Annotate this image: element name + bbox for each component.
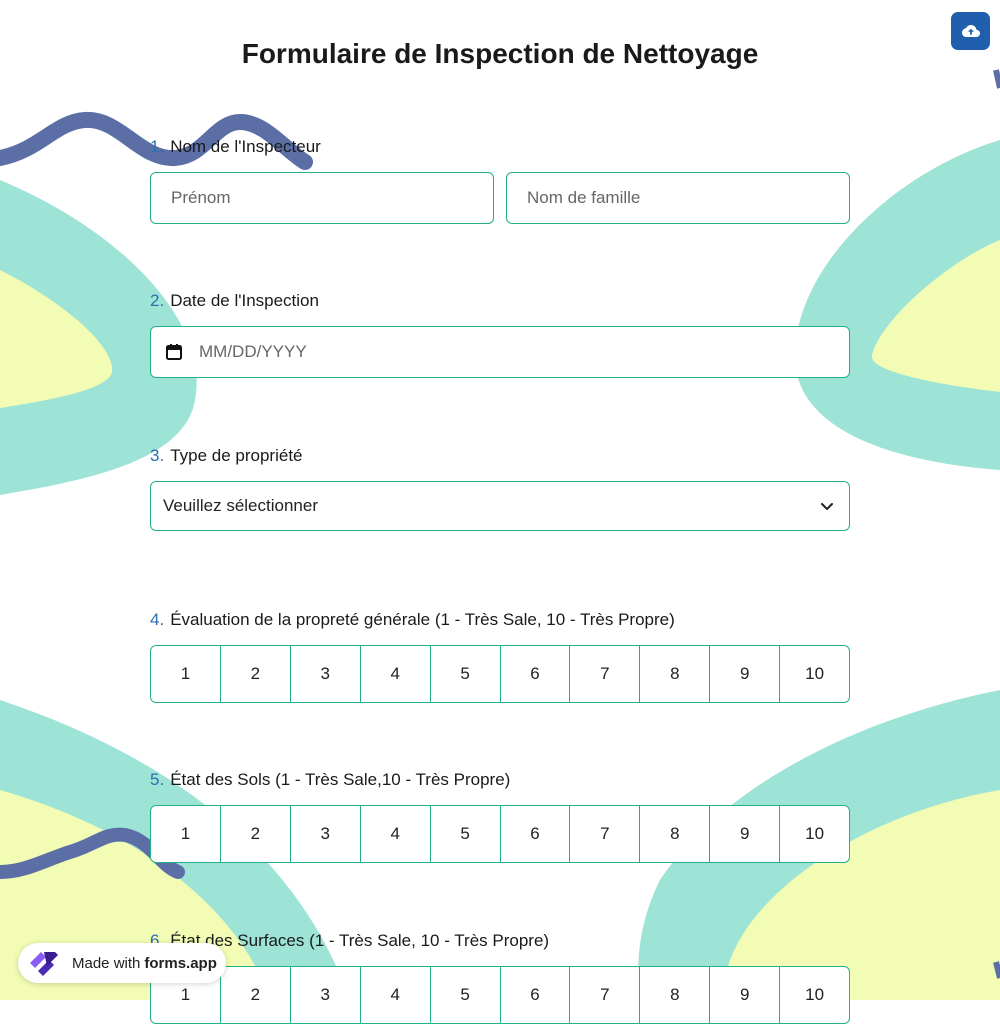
forms-app-logo-icon bbox=[30, 952, 58, 976]
rating-option[interactable]: 6 bbox=[499, 806, 570, 862]
chevron-down-icon bbox=[821, 503, 833, 510]
question-number: 1. bbox=[150, 137, 165, 156]
rating-option[interactable]: 4 bbox=[359, 967, 430, 1023]
question-text: Type de propriété bbox=[170, 446, 303, 465]
question-general-cleanliness: 4. Évaluation de la propreté générale (1 … bbox=[150, 608, 850, 703]
rating-option[interactable]: 10 bbox=[779, 646, 849, 702]
rating-option[interactable]: 8 bbox=[639, 967, 709, 1023]
rating-option[interactable]: 5 bbox=[429, 646, 500, 702]
question-text: Nom de l'Inspecteur bbox=[170, 137, 321, 156]
rating-option[interactable]: 6 bbox=[499, 646, 570, 702]
date-input[interactable]: MM/DD/YYYY bbox=[150, 326, 850, 378]
rating-option[interactable]: 1 bbox=[151, 646, 220, 702]
rating-option[interactable]: 9 bbox=[709, 806, 779, 862]
rating-option[interactable]: 4 bbox=[359, 806, 430, 862]
question-text: État des Sols (1 - Très Sale,10 - Très P… bbox=[170, 770, 511, 789]
question-label: 3. Type de propriété bbox=[150, 444, 850, 468]
rating-option[interactable]: 8 bbox=[639, 646, 709, 702]
rating-option[interactable]: 7 bbox=[569, 646, 639, 702]
rating-option[interactable]: 9 bbox=[709, 967, 779, 1023]
question-number: 2. bbox=[150, 291, 165, 310]
first-name-placeholder: Prénom bbox=[171, 188, 231, 207]
badge-brand: forms.app bbox=[144, 954, 217, 972]
first-name-input[interactable]: Prénom bbox=[150, 172, 494, 224]
rating-option[interactable]: 10 bbox=[779, 967, 849, 1023]
question-number: 4. bbox=[150, 610, 165, 629]
last-name-input[interactable]: Nom de famille bbox=[506, 172, 850, 224]
question-label: 4. Évaluation de la propreté générale (1 … bbox=[150, 608, 850, 632]
question-label: 2. Date de l'Inspection bbox=[150, 289, 850, 313]
question-label: 6. État des Surfaces (1 - Très Sale, 10 -… bbox=[150, 929, 850, 953]
question-inspection-date: 2. Date de l'Inspection MM/DD/YYYY bbox=[150, 289, 850, 378]
question-number: 5. bbox=[150, 770, 165, 789]
rating-option[interactable]: 6 bbox=[499, 967, 570, 1023]
rating-scale-floors: 1 2 3 4 5 6 7 8 9 10 bbox=[150, 805, 850, 863]
question-text: Évaluation de la propreté générale (1 - … bbox=[170, 610, 675, 629]
date-placeholder: MM/DD/YYYY bbox=[199, 342, 307, 361]
question-inspector-name: 1. Nom de l'Inspecteur Prénom Nom de fami… bbox=[150, 135, 850, 224]
rating-option[interactable]: 2 bbox=[219, 806, 290, 862]
rating-option[interactable]: 4 bbox=[359, 646, 430, 702]
rating-option[interactable]: 3 bbox=[289, 646, 360, 702]
property-type-select[interactable]: Veuillez sélectionner bbox=[150, 481, 850, 531]
rating-option[interactable]: 3 bbox=[289, 967, 360, 1023]
calendar-icon[interactable] bbox=[165, 343, 183, 361]
rating-option[interactable]: 7 bbox=[569, 806, 639, 862]
question-floor-condition: 5. État des Sols (1 - Très Sale,10 - Très… bbox=[150, 768, 850, 863]
last-name-placeholder: Nom de famille bbox=[527, 188, 641, 207]
rating-scale-general: 1 2 3 4 5 6 7 8 9 10 bbox=[150, 645, 850, 703]
question-text: Date de l'Inspection bbox=[170, 291, 319, 310]
question-label: 1. Nom de l'Inspecteur bbox=[150, 135, 850, 159]
rating-option[interactable]: 3 bbox=[289, 806, 360, 862]
rating-option[interactable]: 2 bbox=[219, 967, 290, 1023]
rating-option[interactable]: 8 bbox=[639, 806, 709, 862]
question-label: 5. État des Sols (1 - Très Sale,10 - Très… bbox=[150, 768, 850, 792]
rating-option[interactable]: 10 bbox=[779, 806, 849, 862]
question-number: 3. bbox=[150, 446, 165, 465]
question-surface-condition: 6. État des Surfaces (1 - Très Sale, 10 -… bbox=[150, 929, 850, 1024]
rating-option[interactable]: 2 bbox=[219, 646, 290, 702]
select-value: Veuillez sélectionner bbox=[163, 496, 318, 515]
badge-prefix: Made with bbox=[72, 954, 141, 972]
rating-option[interactable]: 5 bbox=[429, 806, 500, 862]
rating-scale-surfaces: 1 2 3 4 5 6 7 8 9 10 bbox=[150, 966, 850, 1024]
form-title: Formulaire de Inspection de Nettoyage bbox=[241, 38, 759, 69]
rating-option[interactable]: 7 bbox=[569, 967, 639, 1023]
question-property-type: 3. Type de propriété Veuillez sélectionne… bbox=[150, 444, 850, 531]
cloud-upload-icon bbox=[961, 25, 980, 37]
rating-option[interactable]: 5 bbox=[429, 967, 500, 1023]
question-text: État des Surfaces (1 - Très Sale, 10 - T… bbox=[170, 931, 550, 950]
rating-option[interactable]: 9 bbox=[709, 646, 779, 702]
cloud-upload-button[interactable] bbox=[951, 12, 990, 50]
rating-option[interactable]: 1 bbox=[151, 806, 220, 862]
made-with-badge[interactable]: Made with forms.app bbox=[18, 943, 226, 983]
